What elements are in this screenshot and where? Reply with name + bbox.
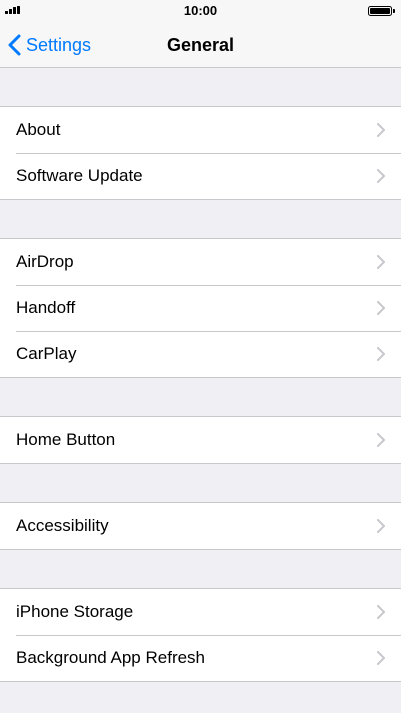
row-about[interactable]: About [0,107,401,153]
chevron-right-icon [377,519,385,533]
row-label: Accessibility [16,516,109,535]
chevron-right-icon [377,433,385,447]
chevron-right-icon [377,123,385,137]
chevron-right-icon [377,255,385,269]
status-time: 10:00 [183,3,218,18]
chevron-right-icon [377,169,385,183]
row-label: iPhone Storage [16,602,134,621]
settings-list: About Software Update AirDrop Handoff Ca… [0,68,401,682]
battery-icon [368,6,395,16]
row-label: CarPlay [16,344,77,363]
page-title: General [166,35,235,55]
chevron-right-icon [377,605,385,619]
settings-group: Home Button [0,416,401,464]
row-label: AirDrop [16,252,74,271]
settings-group: iPhone Storage Background App Refresh [0,588,401,682]
row-label: About [16,120,61,139]
settings-group: About Software Update [0,106,401,200]
chevron-right-icon [377,651,385,665]
row-label: Background App Refresh [16,648,206,667]
settings-group: AirDrop Handoff CarPlay [0,238,401,378]
row-accessibility[interactable]: Accessibility [0,503,401,549]
row-label: Software Update [16,166,143,185]
row-iphone-storage[interactable]: iPhone Storage [0,589,401,635]
row-airdrop[interactable]: AirDrop [0,239,401,285]
chevron-right-icon [377,347,385,361]
status-bar: 10:00 [0,0,401,22]
settings-group: Accessibility [0,502,401,550]
row-background-app-refresh[interactable]: Background App Refresh [0,635,401,681]
row-handoff[interactable]: Handoff [0,285,401,331]
navigation-bar: Settings General [0,22,401,68]
row-carplay[interactable]: CarPlay [0,331,401,377]
row-home-button[interactable]: Home Button [0,417,401,463]
row-software-update[interactable]: Software Update [0,153,401,199]
row-label: Handoff [16,298,76,317]
chevron-right-icon [377,301,385,315]
row-label: Home Button [16,430,116,449]
